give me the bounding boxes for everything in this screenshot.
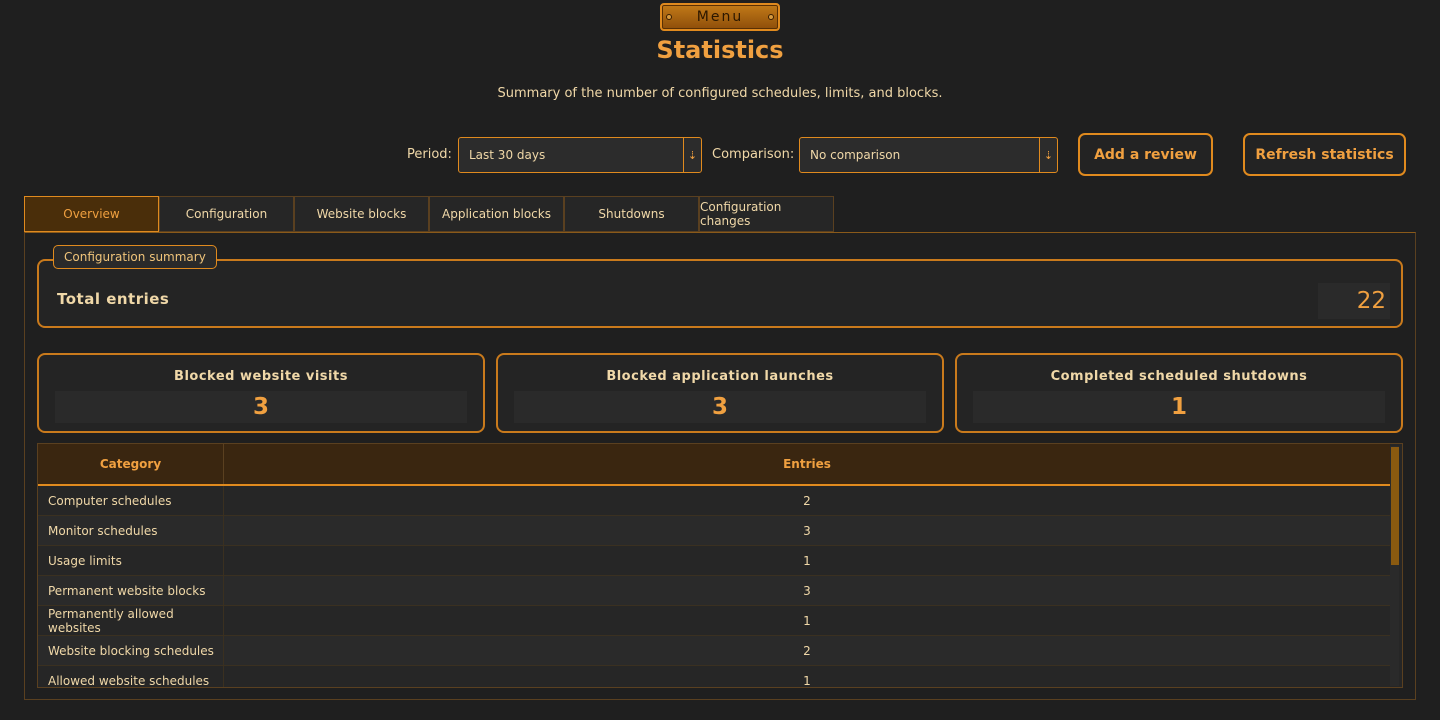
card-label: Blocked website visits (174, 369, 348, 384)
cell-category: Allowed website schedules (38, 666, 224, 687)
tab-website-blocks[interactable]: Website blocks (294, 196, 429, 232)
cell-category: Monitor schedules (38, 516, 224, 545)
comparison-select[interactable]: No comparison ⇣ (799, 137, 1058, 173)
table-row[interactable]: Usage limits 1 (38, 546, 1390, 576)
page-subtitle: Summary of the number of configured sche… (497, 86, 943, 101)
blocked-website-visits-card: Blocked website visits 3 (37, 353, 485, 433)
cell-category: Website blocking schedules (38, 636, 224, 665)
cell-entries: 2 (803, 643, 811, 658)
tab-shutdowns[interactable]: Shutdowns (564, 196, 699, 232)
table-row[interactable]: Permanent website blocks 3 (38, 576, 1390, 606)
cell-category: Usage limits (38, 546, 224, 575)
comparison-label: Comparison: (712, 147, 795, 162)
column-header-entries[interactable]: Entries (224, 444, 1390, 484)
table-row[interactable]: Computer schedules 2 (38, 486, 1390, 516)
period-label: Period: (407, 147, 452, 162)
tab-configuration-changes[interactable]: Configuration changes (699, 196, 834, 232)
cell-entries: 1 (803, 673, 811, 688)
tab-configuration[interactable]: Configuration (159, 196, 294, 232)
table-body: Computer schedules 2 Monitor schedules 3… (38, 486, 1390, 688)
tab-bar: Overview Configuration Website blocks Ap… (24, 196, 834, 232)
card-label: Completed scheduled shutdowns (1050, 369, 1308, 384)
table-header: Category Entries (38, 444, 1390, 486)
dropdown-arrow-icon[interactable]: ⇣ (683, 138, 701, 172)
page-title: Statistics (656, 36, 784, 64)
refresh-statistics-button[interactable]: Refresh statistics (1243, 133, 1406, 176)
comparison-value: No comparison (810, 148, 901, 162)
table-scrollbar[interactable] (1390, 446, 1399, 686)
card-value: 1 (973, 391, 1385, 423)
blocked-application-launches-card: Blocked application launches 3 (496, 353, 944, 433)
cell-category: Permanently allowed websites (38, 606, 224, 635)
menu-label: Menu (696, 9, 744, 25)
tab-application-blocks[interactable]: Application blocks (429, 196, 564, 232)
period-value: Last 30 days (469, 148, 546, 162)
scrollbar-thumb[interactable] (1391, 447, 1399, 565)
cell-entries: 3 (803, 583, 811, 598)
cell-entries: 3 (803, 523, 811, 538)
tab-overview[interactable]: Overview (24, 196, 159, 232)
card-value: 3 (55, 391, 467, 423)
cell-entries: 1 (803, 613, 811, 628)
menu-button[interactable]: Menu (660, 3, 780, 31)
add-review-button[interactable]: Add a review (1078, 133, 1213, 176)
cell-category: Permanent website blocks (38, 576, 224, 605)
total-entries-label: Total entries (57, 290, 170, 308)
rivet-icon (666, 14, 672, 20)
rivet-icon (768, 14, 774, 20)
table-row[interactable]: Allowed website schedules 1 (38, 666, 1390, 688)
card-value: 3 (514, 391, 926, 423)
configuration-summary-group (37, 259, 1403, 328)
configuration-summary-legend: Configuration summary (53, 245, 217, 269)
table-row[interactable]: Permanently allowed websites 1 (38, 606, 1390, 636)
cell-entries: 2 (803, 493, 811, 508)
table-row[interactable]: Website blocking schedules 2 (38, 636, 1390, 666)
statistics-table: Category Entries Computer schedules 2 Mo… (37, 443, 1403, 688)
cell-entries: 1 (803, 553, 811, 568)
completed-scheduled-shutdowns-card: Completed scheduled shutdowns 1 (955, 353, 1403, 433)
cell-category: Computer schedules (38, 486, 224, 515)
column-header-category[interactable]: Category (38, 444, 224, 484)
total-entries-value: 22 (1318, 283, 1390, 319)
table-row[interactable]: Monitor schedules 3 (38, 516, 1390, 546)
period-select[interactable]: Last 30 days ⇣ (458, 137, 702, 173)
card-label: Blocked application launches (606, 369, 834, 384)
dropdown-arrow-icon[interactable]: ⇣ (1039, 138, 1057, 172)
